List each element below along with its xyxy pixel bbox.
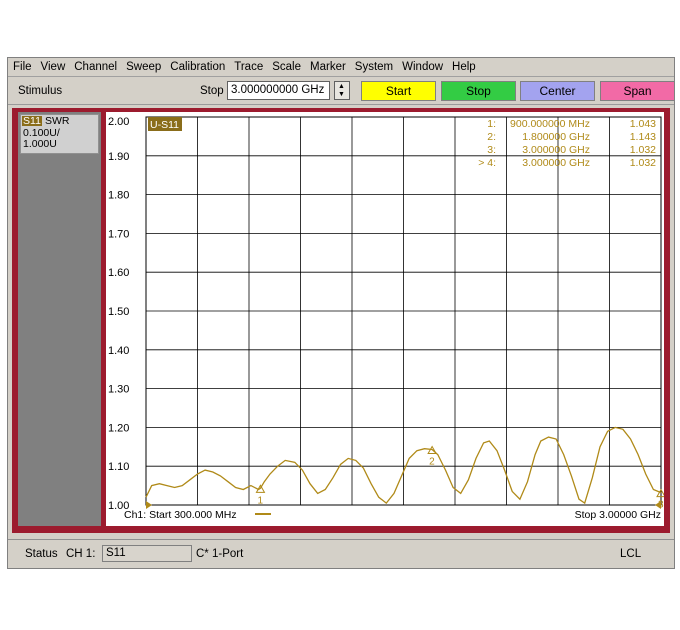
menu-trace[interactable]: Trace [234,61,263,73]
spin-up-icon[interactable]: ▲ [338,83,345,90]
y-tick-label: 1.10 [108,461,129,473]
marker-value: 1.143 [630,131,656,143]
status-parameter[interactable]: S11 [102,545,192,562]
marker-id: > 4: [478,157,496,169]
marker-number: 2 [429,457,435,468]
status-mode: LCL [620,548,642,560]
menu-window[interactable]: Window [402,61,443,73]
chart-grid [145,116,662,506]
spin-down-icon[interactable]: ▼ [338,91,345,98]
trace-side-panel: S11 SWR 0.100U/ 1.000U [18,112,101,526]
y-tick-label: 1.50 [108,306,129,318]
menu-channel[interactable]: Channel [74,61,117,73]
start-pointer-icon [146,501,152,509]
status-bar: Status CH 1: S11 C* 1-Port LCL [8,539,674,568]
center-button[interactable]: Center [520,81,595,101]
trace-format: SWR [45,115,70,127]
start-button[interactable]: Start [361,81,436,101]
trace-reference: 1.000U [23,138,57,150]
marker-frequency: 1.800000 GHz [522,131,590,143]
marker-id: 2: [487,131,496,143]
swr-chart[interactable]: 2.00 1.90 1.80 1.70 1.60 1.50 1.40 1.30 1.20 1.10… [106,112,664,526]
y-tick-label: 1.70 [108,228,129,240]
marker-frequency: 3.000000 GHz [522,157,590,169]
status-channel: CH 1: [66,548,96,560]
stop-frequency-text: Stop 3.00000 GHz [575,509,661,521]
trace-scale-div: 0.100U/ [23,127,60,139]
marker-value: 1.032 [630,144,656,156]
trace-label: U-S11 [150,119,179,131]
marker-frequency: 900.000000 MHz [510,118,590,130]
marker-number: 1 [257,495,263,506]
menu-marker[interactable]: Marker [310,61,346,73]
marker-value: 1.032 [630,157,656,169]
stimulus-toolbar: Stimulus Stop 3.000000000 GHz ▲ ▼ Start … [8,78,675,105]
chart-area: 2.00 1.90 1.80 1.70 1.60 1.50 1.40 1.30 1.20 1.10… [106,112,664,526]
stimulus-label: Stimulus [18,85,63,97]
trace-settings-box[interactable]: S11 SWR 0.100U/ 1.000U [20,114,99,154]
y-tick-label: 1.30 [108,384,129,396]
stop-frequency-spinner[interactable]: ▲ ▼ [334,81,350,100]
menu-sweep[interactable]: Sweep [126,61,161,73]
status-label: Status [25,548,58,560]
menu-file[interactable]: File [13,61,32,73]
start-frequency-text: Ch1: Start 300.000 MHz [124,509,237,521]
menu-system[interactable]: System [355,61,393,73]
y-tick-labels: 2.00 1.90 1.80 1.70 1.60 1.50 1.40 1.30 1.20 1.10… [108,116,129,512]
menu-help[interactable]: Help [452,61,476,73]
y-tick-label: 2.00 [108,116,129,128]
stop-label: Stop [200,85,224,97]
marker-value: 1.043 [630,118,656,130]
y-tick-label: 1.90 [108,151,129,163]
y-tick-label: 1.80 [108,190,129,202]
menu-scale[interactable]: Scale [272,61,301,73]
y-tick-label: 1.20 [108,422,129,434]
marker-id: 3: [487,144,496,156]
channel-window: S11 SWR 0.100U/ 1.000U 2.00 1.90 1.80 1.70 1… [12,108,670,533]
vna-window: File View Channel Sweep Calibration Trac… [7,57,675,569]
y-tick-label: 1.40 [108,345,129,357]
span-button[interactable]: Span [600,81,675,101]
menu-calibration[interactable]: Calibration [170,61,225,73]
stop-button[interactable]: Stop [441,81,516,101]
marker-readout: 1: 900.000000 MHz 1.043 2: 1.800000 GHz 1.143… [478,118,656,169]
stop-frequency-input[interactable]: 3.000000000 GHz [227,81,330,100]
menu-bar: File View Channel Sweep Calibration Trac… [8,58,674,77]
status-calibration: C* 1-Port [196,548,244,560]
menu-view[interactable]: View [41,61,66,73]
marker-frequency: 3.000000 GHz [522,144,590,156]
marker-id: 1: [487,118,496,130]
trace-tag: S11 [22,115,42,127]
y-tick-label: 1.60 [108,267,129,279]
